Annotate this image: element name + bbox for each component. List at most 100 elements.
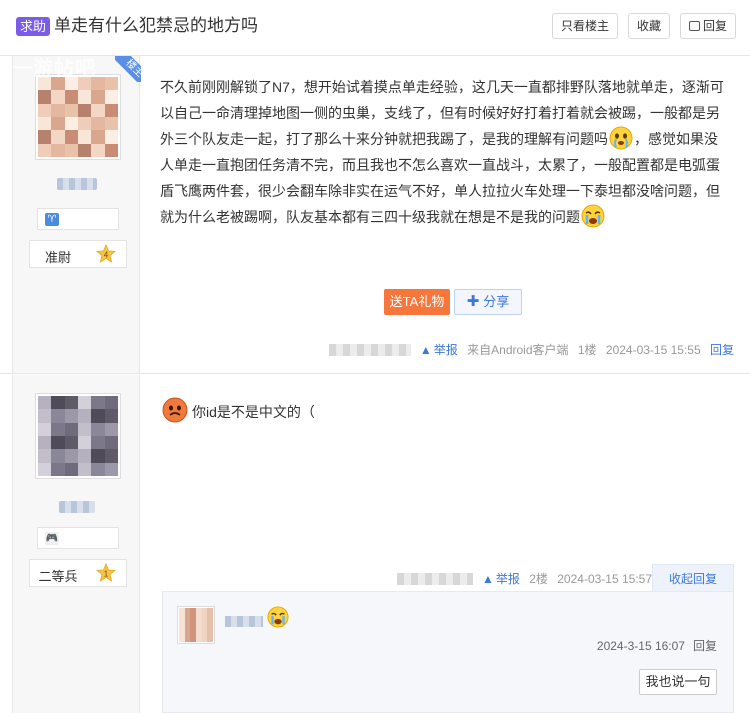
mosaic-cell	[64, 143, 78, 157]
floor-number: 2楼	[529, 572, 548, 586]
sub-reply-time: 2024-3-15 16:07	[596, 639, 685, 653]
mosaic-cell	[104, 422, 118, 436]
mosaic-cell	[77, 462, 92, 476]
post-floor-2: 🎮 二等兵 1 你id是不是中文的（ ▲ 举报 2楼 2024-03-15 15:…	[0, 375, 750, 713]
username-blurred[interactable]	[59, 501, 95, 513]
mosaic-cell	[38, 462, 52, 476]
watermark: 一游帖吧	[12, 58, 96, 80]
mosaic-cell	[104, 409, 118, 423]
post-content: 你id是不是中文的（	[162, 397, 315, 425]
report-link[interactable]: ▲ 举报	[482, 572, 520, 586]
mosaic-cell	[104, 435, 118, 450]
mosaic-cell	[51, 103, 65, 117]
report-link[interactable]: ▲ 举报	[420, 343, 458, 357]
mosaic-cell	[51, 449, 65, 463]
username-blurred[interactable]	[57, 178, 97, 190]
author-sidebar: ♈ 准尉 4	[12, 56, 140, 373]
report-label: 举报	[495, 572, 520, 586]
plus-icon: ✚	[466, 293, 480, 310]
avatar[interactable]	[35, 393, 121, 479]
help-tag: 求助	[16, 17, 51, 36]
mosaic-cell	[64, 435, 78, 450]
client-label: 来自Android客户端	[467, 343, 569, 357]
post-meta: ▲ 举报 2楼 2024-03-15 15:57	[391, 570, 652, 587]
mosaic-cell	[104, 396, 118, 410]
mosaic-cell	[77, 103, 92, 117]
rank-box: 二等兵 1	[29, 559, 127, 587]
collapse-replies-button[interactable]: 收起回复	[652, 564, 734, 592]
mosaic-cell	[64, 90, 78, 104]
content-line: 就为什么老被踢啊，队友基本都有三四十级我就在想是不是我的问题	[160, 204, 732, 230]
mosaic-cell	[64, 409, 78, 423]
mosaic-cell	[77, 396, 92, 410]
mosaic-cell	[77, 143, 92, 157]
mosaic-cell	[51, 130, 65, 144]
level-number: 4	[104, 251, 109, 260]
mosaic-cell	[77, 449, 92, 463]
mosaic-cell	[77, 90, 92, 104]
say-something-button[interactable]: 我也说一句	[639, 669, 717, 695]
mosaic-cell	[104, 449, 118, 463]
share-label: 分享	[483, 294, 510, 309]
mosaic-cell	[38, 409, 52, 423]
crying-emoji-icon	[267, 606, 289, 628]
reply-link[interactable]: 回复	[710, 343, 734, 357]
mosaic-cell	[77, 435, 92, 450]
share-button[interactable]: ✚ 分享	[454, 289, 522, 315]
mosaic-cell	[51, 435, 65, 450]
mosaic-cell	[38, 103, 52, 117]
mosaic-cell	[104, 462, 118, 476]
mosaic-cell	[38, 130, 52, 144]
report-label: 举报	[433, 343, 458, 357]
crying-emoji-icon	[581, 204, 605, 228]
mosaic-cell	[104, 130, 118, 144]
rank-title: 准尉	[44, 250, 71, 265]
mosaic-cell	[64, 116, 78, 131]
reply-button[interactable]: 回复	[680, 13, 736, 39]
post-time: 2024-03-15 15:57	[557, 572, 652, 586]
mosaic-cell	[64, 462, 78, 476]
sub-reply-username-blurred[interactable]	[225, 616, 263, 627]
mosaic-cell	[64, 396, 78, 410]
mosaic-cell	[38, 116, 52, 131]
post-meta: ▲ 举报 来自Android客户端 1楼 2024-03-15 15:55 回复	[323, 342, 734, 358]
sub-reply-reply-link[interactable]: 回复	[693, 639, 717, 653]
mosaic-cell	[51, 116, 65, 131]
comment-icon	[688, 21, 700, 31]
rank-box: 准尉 4	[29, 240, 127, 268]
mosaic-cell	[91, 90, 105, 104]
mosaic-cell	[77, 422, 92, 436]
thread-header: 求助 单走有什么犯禁忌的地方吗 只看楼主 收藏 回复	[0, 0, 750, 56]
mosaic-cell	[51, 396, 65, 410]
mosaic-cell	[38, 449, 52, 463]
avatar-image	[38, 396, 118, 476]
mosaic-cell	[104, 90, 118, 104]
badge-box: ♈	[37, 208, 119, 230]
mosaic-cell	[51, 409, 65, 423]
mosaic-cell	[38, 143, 52, 157]
mosaic-cell	[207, 636, 213, 642]
only-op-button[interactable]: 只看楼主	[552, 13, 618, 39]
mosaic-cell	[104, 116, 118, 131]
floor-number: 1楼	[577, 343, 597, 357]
post-content: 不久前刚刚解锁了N7，想开始试着摸点单走经验，这几天一直都排野队落地就单走，逐渐…	[160, 74, 732, 230]
mosaic-cell	[104, 103, 118, 117]
post-floor-1: ♈ 准尉 4 楼主 不久前刚刚解锁了N7，想开始试着摸点单走经验，这几天一直都排…	[0, 56, 750, 374]
thread-title: 单走有什么犯禁忌的地方吗	[54, 16, 258, 35]
sub-reply-box: 2024-3-15 16:07 回复 我也说一句	[162, 591, 734, 713]
mosaic-cell	[51, 90, 65, 104]
mosaic-cell	[77, 116, 92, 131]
mosaic-cell	[38, 435, 52, 450]
avatar[interactable]	[35, 74, 121, 160]
mosaic-cell	[64, 422, 78, 436]
author-sidebar: 🎮 二等兵 1	[12, 375, 140, 713]
sub-reply-avatar[interactable]	[177, 606, 215, 644]
content-line: 不久前刚刚解锁了N7，想开始试着摸点单走经验，这几天一直都排野队落地就单走，逐渐…	[160, 79, 724, 95]
rank-title: 二等兵	[38, 569, 78, 584]
favorite-button[interactable]: 收藏	[628, 13, 670, 39]
mosaic-cell	[51, 143, 65, 157]
mosaic-cell	[38, 396, 52, 410]
mosaic-cell	[64, 130, 78, 144]
mosaic-cell	[51, 422, 65, 436]
send-gift-button[interactable]: 送TA礼物	[384, 289, 450, 315]
